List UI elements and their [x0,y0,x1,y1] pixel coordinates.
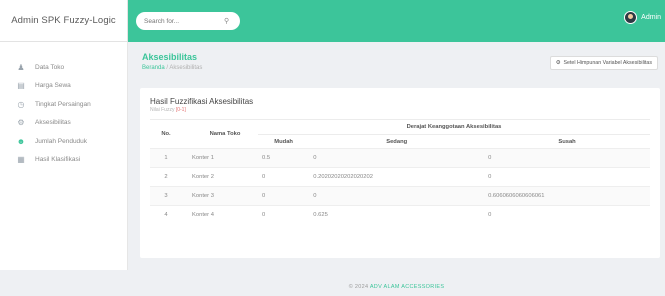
col-header-no: No. [150,119,182,149]
cell-sedang: 0.20202020202020202 [309,167,485,187]
breadcrumb-separator: / [166,65,169,71]
cell-no: 1 [150,148,182,168]
cell-mudah: 0 [258,167,310,187]
gear-icon: ⚙ [17,118,25,128]
col-header-sedang: Sedang [309,134,485,149]
card-subtitle: Nilai Fuzzy [0-1] [150,107,650,113]
sidebar-item-label: Data Toko [35,63,65,71]
table-row: 3 Konter 3 0 0 0.6060606060606061 [150,186,650,206]
cell-sedang: 0 [309,186,485,206]
cell-no: 4 [150,205,182,225]
cell-nama: Konter 2 [182,167,258,187]
set-variable-label: Setel Himpunan Variabel Aksesibilitas [563,60,652,66]
col-header-mudah: Mudah [258,134,310,149]
cell-mudah: 0 [258,186,310,206]
brand-title[interactable]: Admin SPK Fuzzy-Logic [0,0,128,42]
user-name[interactable]: Admin [641,14,661,21]
gear-icon: ⚙ [555,60,561,66]
cell-no: 3 [150,186,182,206]
sidebar-item-tingkat-persaingan[interactable]: ◷ Tingkat Persaingan [0,95,127,114]
sidebar-item-label: Jumlah Penduduk [35,137,88,145]
fuzzification-card: Hasil Fuzzifikasi Aksesibilitas Nilai Fu… [140,88,660,258]
search-icon[interactable]: ⚲ [224,17,229,25]
page-header: Aksesibilitas Beranda / Aksesibilitas ⚙ … [128,42,665,86]
cell-mudah: 0.5 [258,148,310,168]
sidebar-item-label: Tingkat Persaingan [35,100,91,108]
cell-sedang: 0.625 [309,205,485,225]
card-title: Hasil Fuzzifikasi Aksesibilitas [150,97,254,106]
cell-susah: 0.6060606060606061 [484,186,650,206]
sidebar-item-label: Harga Sewa [35,82,71,90]
user-icon: ♟ [17,62,25,72]
cell-nama: Konter 3 [182,186,258,206]
navbar: ⚲ Admin [128,0,665,42]
cell-susah: 0 [484,148,650,168]
clock-icon: ◷ [17,99,25,109]
avatar[interactable] [624,11,638,24]
breadcrumb-current: Aksesibilitas [169,65,203,71]
table-row: 1 Konter 1 0.5 0 0 [150,148,650,168]
money-icon: ▤ [17,81,25,91]
set-variable-button[interactable]: ⚙ Setel Himpunan Variabel Aksesibilitas [549,56,658,70]
cell-susah: 0 [484,167,650,187]
cell-sedang: 0 [309,148,485,168]
fuzzification-table: No. Nama Toko Derajat Keanggotaan Aksesi… [150,119,650,225]
col-header-susah: Susah [484,134,650,149]
sidebar-item-harga-sewa[interactable]: ▤ Harga Sewa [0,77,127,96]
cell-mudah: 0 [258,205,310,225]
card-subtitle-prefix: Nilai Fuzzy [150,107,175,113]
sidebar-item-label: Aksesibilitas [35,119,71,127]
card-subtitle-range: [0-1] [175,107,186,113]
cell-no: 2 [150,167,182,187]
table-row: 4 Konter 4 0 0.625 0 [150,205,650,225]
cell-susah: 0 [484,205,650,225]
col-header-nama: Nama Toko [182,119,258,149]
sidebar-item-aksesibilitas[interactable]: ⚙ Aksesibilitas [0,114,127,133]
sidebar-item-jumlah-penduduk[interactable]: ☻ Jumlah Penduduk [0,132,127,151]
table-icon: ▦ [17,155,25,165]
search-input[interactable] [144,17,224,25]
cell-nama: Konter 1 [182,148,258,168]
breadcrumb-home-link[interactable]: Beranda [142,65,165,71]
top-bar: Admin SPK Fuzzy-Logic ⚲ Admin [0,0,665,42]
sidebar: ♟ Data Toko ▤ Harga Sewa ◷ Tingkat Persa… [0,42,128,270]
app: Admin SPK Fuzzy-Logic ⚲ Admin ♟ Data Tok… [0,0,665,296]
sidebar-item-hasil-klasifikasi[interactable]: ▦ Hasil Klasifikasi [0,151,127,170]
footer-text: © 2024 [348,284,370,290]
col-header-group: Derajat Keanggotaan Aksesibilitas [258,119,650,135]
sidebar-item-label: Hasil Klasifikasi [35,156,81,164]
footer-link[interactable]: ADV ALAM ACCESSORIES [370,284,444,290]
footer: © 2024 ADV ALAM ACCESSORIES [128,284,665,290]
main-content: Aksesibilitas Beranda / Aksesibilitas ⚙ … [128,42,665,270]
sidebar-item-data-toko[interactable]: ♟ Data Toko [0,58,127,77]
table-row: 2 Konter 2 0 0.20202020202020202 0 [150,167,650,187]
search-box[interactable]: ⚲ [136,12,240,30]
cell-nama: Konter 4 [182,205,258,225]
people-icon: ☻ [16,136,26,146]
user-menu[interactable]: Admin [624,11,661,24]
